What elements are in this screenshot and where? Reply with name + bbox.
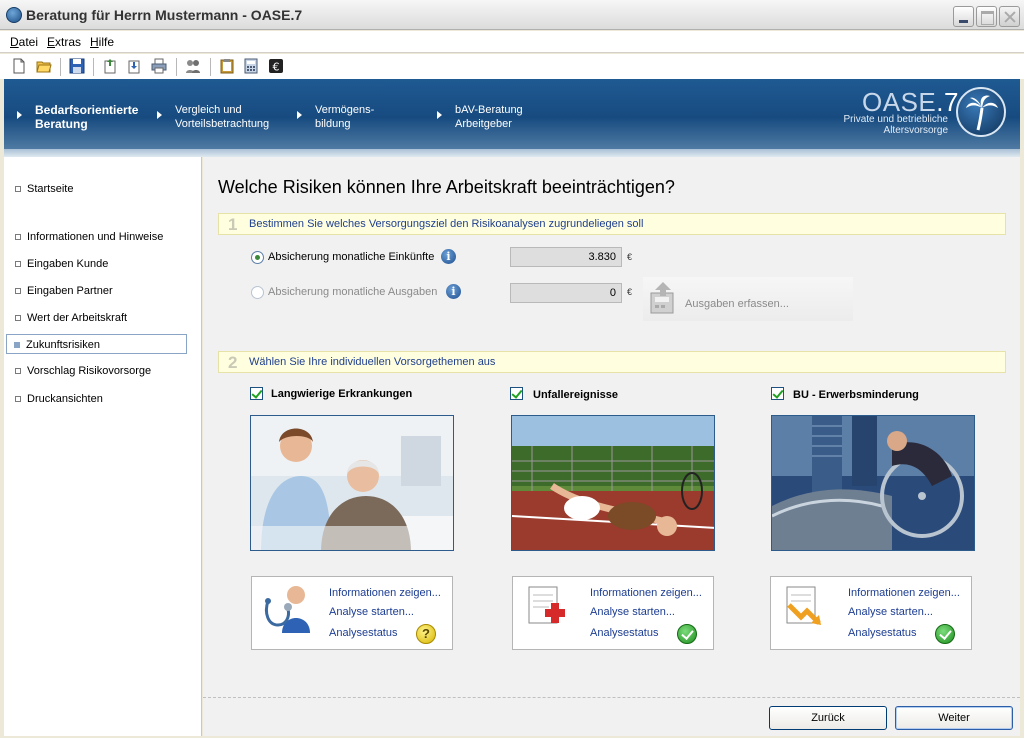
link-informationen-zeigen[interactable]: Informationen zeigen... bbox=[329, 587, 441, 599]
sidebar-item-zukunftsrisiken[interactable]: Zukunftsrisiken bbox=[6, 334, 187, 354]
theme-label-unfallereignisse: Unfallereignisse bbox=[533, 389, 618, 401]
menu-hilfe[interactable]: Hilfe bbox=[90, 35, 114, 49]
section-1-header: 1 Bestimmen Sie welches Versorgungsziel … bbox=[218, 213, 1006, 235]
bullet-icon bbox=[14, 342, 20, 348]
clipboard-icon[interactable] bbox=[219, 58, 235, 74]
checkbox-langwierige-erkrankungen[interactable] bbox=[250, 387, 263, 400]
sidebar: Startseite Informationen und Hinweise Ei… bbox=[4, 157, 202, 736]
bullet-icon bbox=[15, 368, 21, 374]
toolbar: € bbox=[0, 54, 1024, 79]
bullet-icon bbox=[15, 186, 21, 192]
save-icon[interactable] bbox=[69, 58, 85, 74]
euro-unit: € bbox=[627, 287, 633, 297]
main-content: Welche Risiken können Ihre Arbeitskraft … bbox=[203, 157, 1020, 736]
menu-datei[interactable]: Datei bbox=[10, 35, 38, 49]
status-check-icon bbox=[677, 624, 697, 644]
bullet-icon bbox=[15, 234, 21, 240]
photo-nurse-patient bbox=[250, 415, 454, 551]
ausgaben-field[interactable]: 0 bbox=[510, 283, 622, 303]
print-icon[interactable] bbox=[151, 58, 167, 74]
import-icon[interactable] bbox=[126, 58, 142, 74]
step-arrow-icon bbox=[157, 111, 162, 119]
maximize-button[interactable] bbox=[976, 6, 997, 27]
einkuenfte-field[interactable]: 3.830 bbox=[510, 247, 622, 267]
open-folder-icon[interactable] bbox=[36, 58, 52, 74]
close-button[interactable] bbox=[999, 6, 1020, 27]
option-ausgaben-label[interactable]: Absicherung monatliche Ausgaben bbox=[268, 286, 437, 298]
bullet-icon bbox=[15, 288, 21, 294]
link-analysestatus[interactable]: Analysestatus bbox=[590, 627, 658, 639]
new-document-icon[interactable] bbox=[11, 58, 27, 74]
page-title: Welche Risiken können Ihre Arbeitskraft … bbox=[218, 177, 675, 197]
panel-unfallereignisse: Informationen zeigen... Analyse starten.… bbox=[512, 576, 714, 650]
doctor-stethoscope-icon bbox=[264, 586, 310, 633]
ausgaben-erfassen-button[interactable]: Ausgaben erfassen... bbox=[643, 277, 853, 321]
step-vergleich[interactable]: Vergleich und Vorteilsbetrachtung bbox=[175, 103, 269, 131]
zurueck-button[interactable]: Zurück bbox=[769, 706, 887, 730]
photo-tennis-fall bbox=[511, 415, 715, 551]
title-bar: Beratung für Herrn Mustermann - OASE.7 bbox=[0, 0, 1024, 30]
sidebar-item-informationen[interactable]: Informationen und Hinweise bbox=[8, 227, 188, 247]
link-informationen-zeigen[interactable]: Informationen zeigen... bbox=[590, 587, 702, 599]
link-informationen-zeigen[interactable]: Informationen zeigen... bbox=[848, 587, 960, 599]
svg-text:€: € bbox=[273, 61, 280, 74]
link-analysestatus[interactable]: Analysestatus bbox=[329, 627, 397, 639]
step-bedarfsorientierte-beratung[interactable]: Bedarfsorientierte Beratung bbox=[35, 103, 138, 131]
menu-extras[interactable]: Extras bbox=[47, 35, 81, 49]
link-analyse-starten[interactable]: Analyse starten... bbox=[848, 606, 933, 618]
radio-einkuenfte[interactable] bbox=[251, 251, 264, 264]
oase-logo-subtitle: Private und betriebliche Altersvorsorge bbox=[843, 114, 948, 136]
app-icon bbox=[6, 7, 22, 23]
weiter-button[interactable]: Weiter bbox=[895, 706, 1013, 730]
step-arrow-icon bbox=[17, 111, 22, 119]
window-title: Beratung für Herrn Mustermann - OASE.7 bbox=[26, 7, 303, 23]
panel-bu-erwerbsminderung: Informationen zeigen... Analyse starten.… bbox=[770, 576, 972, 650]
info-icon[interactable]: i bbox=[441, 249, 456, 264]
medical-document-icon bbox=[528, 586, 565, 624]
link-analyse-starten[interactable]: Analyse starten... bbox=[590, 606, 675, 618]
step-bav-beratung[interactable]: bAV-Beratung Arbeitgeber bbox=[455, 103, 523, 131]
calculator-icon[interactable] bbox=[243, 58, 259, 74]
sidebar-item-vorschlag[interactable]: Vorschlag Risikovorsorge bbox=[8, 361, 188, 381]
theme-label-erkrankungen: Langwierige Erkrankungen bbox=[271, 388, 413, 400]
panel-erkrankungen: Informationen zeigen... Analyse starten.… bbox=[251, 576, 453, 650]
euro-unit: € bbox=[627, 252, 633, 262]
palm-logo-icon bbox=[956, 87, 1006, 137]
status-question-icon: ? bbox=[416, 624, 436, 644]
bullet-icon bbox=[15, 315, 21, 321]
expenses-calculator-icon bbox=[650, 282, 674, 314]
info-icon[interactable]: i bbox=[446, 284, 461, 299]
sidebar-item-startseite[interactable]: Startseite bbox=[8, 179, 188, 199]
sidebar-item-eingaben-partner[interactable]: Eingaben Partner bbox=[8, 281, 188, 301]
link-analysestatus[interactable]: Analysestatus bbox=[848, 627, 916, 639]
option-einkuenfte-label[interactable]: Absicherung monatliche Einkünfte bbox=[268, 251, 434, 263]
header-bottom-strip bbox=[4, 149, 1020, 157]
sidebar-item-eingaben-kunde[interactable]: Eingaben Kunde bbox=[8, 254, 188, 274]
step-arrow-icon bbox=[437, 111, 442, 119]
status-check-icon bbox=[935, 624, 955, 644]
checkbox-unfallereignisse[interactable] bbox=[510, 387, 523, 400]
menu-bar: Datei Extras Hilfe bbox=[0, 31, 1024, 53]
users-icon[interactable] bbox=[185, 58, 201, 74]
checkbox-bu-erwerbsminderung[interactable] bbox=[771, 387, 784, 400]
process-header: Bedarfsorientierte Beratung Vergleich un… bbox=[4, 79, 1020, 149]
footer-divider bbox=[203, 697, 1020, 698]
photo-wheelchair bbox=[771, 415, 975, 551]
bullet-icon bbox=[15, 261, 21, 267]
euro-icon[interactable]: € bbox=[268, 58, 284, 74]
link-analyse-starten[interactable]: Analyse starten... bbox=[329, 606, 414, 618]
minimize-button[interactable] bbox=[953, 6, 974, 27]
export-icon[interactable] bbox=[102, 58, 118, 74]
step-vermoegensbildung[interactable]: Vermögens- bildung bbox=[315, 103, 374, 131]
step-arrow-icon bbox=[297, 111, 302, 119]
document-declining-chart-icon bbox=[786, 586, 821, 625]
sidebar-item-wert-arbeitskraft[interactable]: Wert der Arbeitskraft bbox=[8, 308, 188, 328]
theme-label-bu: BU - Erwerbsminderung bbox=[793, 389, 919, 401]
sidebar-item-druckansichten[interactable]: Druckansichten bbox=[8, 389, 188, 409]
bullet-icon bbox=[15, 396, 21, 402]
radio-ausgaben[interactable] bbox=[251, 286, 264, 299]
section-2-header: 2 Wählen Sie Ihre individuellen Vorsorge… bbox=[218, 351, 1006, 373]
